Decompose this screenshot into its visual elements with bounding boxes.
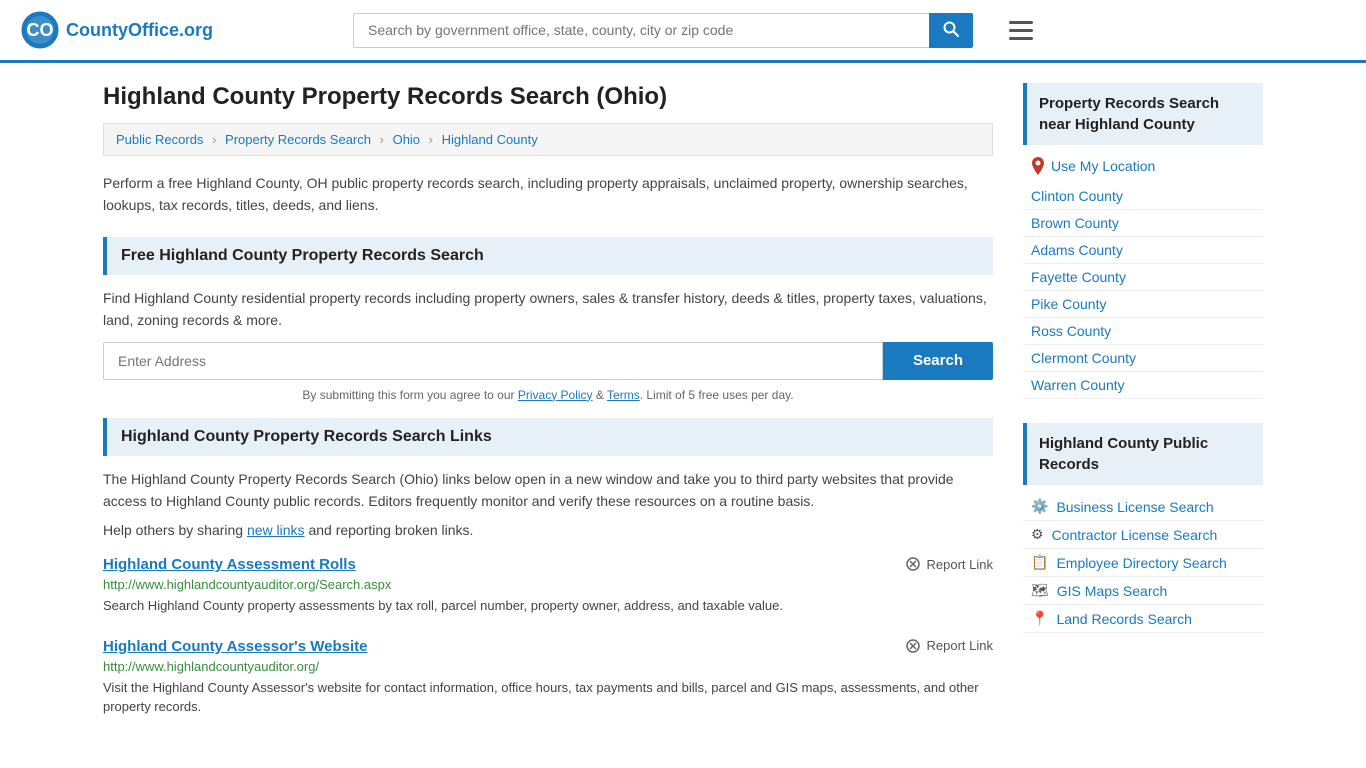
sidebar-gis-maps-search[interactable]: 🗺 GIS Maps Search bbox=[1023, 577, 1263, 605]
new-links-link[interactable]: new links bbox=[247, 522, 305, 538]
sidebar-public-records-section: Highland County Public Records ⚙️ Busine… bbox=[1023, 423, 1263, 633]
breadcrumb-sep-1: › bbox=[212, 132, 216, 147]
report-link-button-1[interactable]: Report Link bbox=[905, 556, 993, 572]
site-logo[interactable]: CO CountyOffice.org bbox=[20, 10, 213, 50]
free-search-section-header: Free Highland County Property Records Se… bbox=[103, 237, 993, 275]
links-section-header: Highland County Property Records Search … bbox=[103, 418, 993, 456]
record-desc-1: Search Highland County property assessme… bbox=[103, 596, 993, 616]
employee-directory-icon: 📋 bbox=[1031, 554, 1048, 571]
business-license-icon: ⚙️ bbox=[1031, 498, 1048, 515]
gis-maps-icon: 🗺 bbox=[1031, 582, 1049, 599]
report-link-button-2[interactable]: Report Link bbox=[905, 638, 993, 654]
land-records-icon: 📍 bbox=[1031, 610, 1048, 627]
sidebar-employee-directory-search[interactable]: 📋 Employee Directory Search bbox=[1023, 549, 1263, 577]
sidebar-county-pike[interactable]: Pike County bbox=[1023, 291, 1263, 318]
record-link-item-1: Highland County Assessment Rolls Report … bbox=[103, 556, 993, 616]
sidebar-county-ross[interactable]: Ross County bbox=[1023, 318, 1263, 345]
sidebar-business-license-search[interactable]: ⚙️ Business License Search bbox=[1023, 493, 1263, 521]
breadcrumb-sep-2: › bbox=[380, 132, 384, 147]
page-title: Highland County Property Records Search … bbox=[103, 83, 993, 111]
record-desc-2: Visit the Highland County Assessor's web… bbox=[103, 678, 993, 717]
intro-text: Perform a free Highland County, OH publi… bbox=[103, 172, 993, 217]
sidebar-county-clermont[interactable]: Clermont County bbox=[1023, 345, 1263, 372]
report-link-icon-1 bbox=[905, 556, 921, 572]
hamburger-icon bbox=[1009, 21, 1033, 40]
contractor-license-icon: ⚙ bbox=[1031, 526, 1044, 543]
record-url-2: http://www.highlandcountyauditor.org/ bbox=[103, 659, 993, 674]
record-link-title-1[interactable]: Highland County Assessment Rolls bbox=[103, 556, 356, 573]
record-link-header-1: Highland County Assessment Rolls Report … bbox=[103, 556, 993, 573]
sidebar-county-fayette[interactable]: Fayette County bbox=[1023, 264, 1263, 291]
form-disclaimer: By submitting this form you agree to our… bbox=[103, 388, 993, 402]
header-search-button[interactable] bbox=[929, 13, 973, 48]
links-section-description: The Highland County Property Records Sea… bbox=[103, 468, 993, 513]
main-container: Highland County Property Records Search … bbox=[83, 63, 1283, 759]
address-search-button[interactable]: Search bbox=[883, 342, 993, 380]
location-pin-icon bbox=[1031, 157, 1045, 175]
header-search-bar bbox=[353, 13, 973, 48]
breadcrumb-sep-3: › bbox=[429, 132, 433, 147]
hamburger-menu-button[interactable] bbox=[1003, 15, 1039, 46]
site-header: CO CountyOffice.org bbox=[0, 0, 1366, 63]
terms-link[interactable]: Terms bbox=[607, 388, 640, 402]
sidebar-nearby-section: Property Records Search near Highland Co… bbox=[1023, 83, 1263, 399]
address-search-input[interactable] bbox=[103, 342, 883, 380]
use-my-location-link[interactable]: Use My Location bbox=[1023, 153, 1263, 179]
content-area: Highland County Property Records Search … bbox=[103, 83, 993, 739]
sidebar-nearby-title: Property Records Search near Highland Co… bbox=[1023, 83, 1263, 145]
record-link-item-2: Highland County Assessor's Website Repor… bbox=[103, 638, 993, 717]
logo-text: CountyOffice.org bbox=[66, 20, 213, 41]
sidebar-county-clinton[interactable]: Clinton County bbox=[1023, 183, 1263, 210]
svg-text:CO: CO bbox=[27, 20, 54, 40]
record-link-title-2[interactable]: Highland County Assessor's Website bbox=[103, 638, 367, 655]
logo-icon: CO bbox=[20, 10, 60, 50]
breadcrumb-highland-county[interactable]: Highland County bbox=[442, 132, 538, 147]
share-text: Help others by sharing new links and rep… bbox=[103, 522, 993, 538]
free-search-description: Find Highland County residential propert… bbox=[103, 287, 993, 332]
breadcrumb-property-records-search[interactable]: Property Records Search bbox=[225, 132, 371, 147]
privacy-policy-link[interactable]: Privacy Policy bbox=[518, 388, 593, 402]
sidebar-contractor-license-search[interactable]: ⚙ Contractor License Search bbox=[1023, 521, 1263, 549]
record-url-1: http://www.highlandcountyauditor.org/Sea… bbox=[103, 577, 993, 592]
sidebar-land-records-search[interactable]: 📍 Land Records Search bbox=[1023, 605, 1263, 633]
search-icon bbox=[943, 21, 959, 37]
breadcrumb: Public Records › Property Records Search… bbox=[103, 123, 993, 156]
address-search-form: Search bbox=[103, 342, 993, 380]
record-link-header-2: Highland County Assessor's Website Repor… bbox=[103, 638, 993, 655]
report-link-icon-2 bbox=[905, 638, 921, 654]
breadcrumb-public-records[interactable]: Public Records bbox=[116, 132, 203, 147]
sidebar: Property Records Search near Highland Co… bbox=[1023, 83, 1263, 739]
sidebar-county-adams[interactable]: Adams County bbox=[1023, 237, 1263, 264]
sidebar-public-records-title: Highland County Public Records bbox=[1023, 423, 1263, 485]
breadcrumb-ohio[interactable]: Ohio bbox=[393, 132, 420, 147]
sidebar-county-warren[interactable]: Warren County bbox=[1023, 372, 1263, 399]
header-search-input[interactable] bbox=[353, 13, 929, 48]
sidebar-county-brown[interactable]: Brown County bbox=[1023, 210, 1263, 237]
